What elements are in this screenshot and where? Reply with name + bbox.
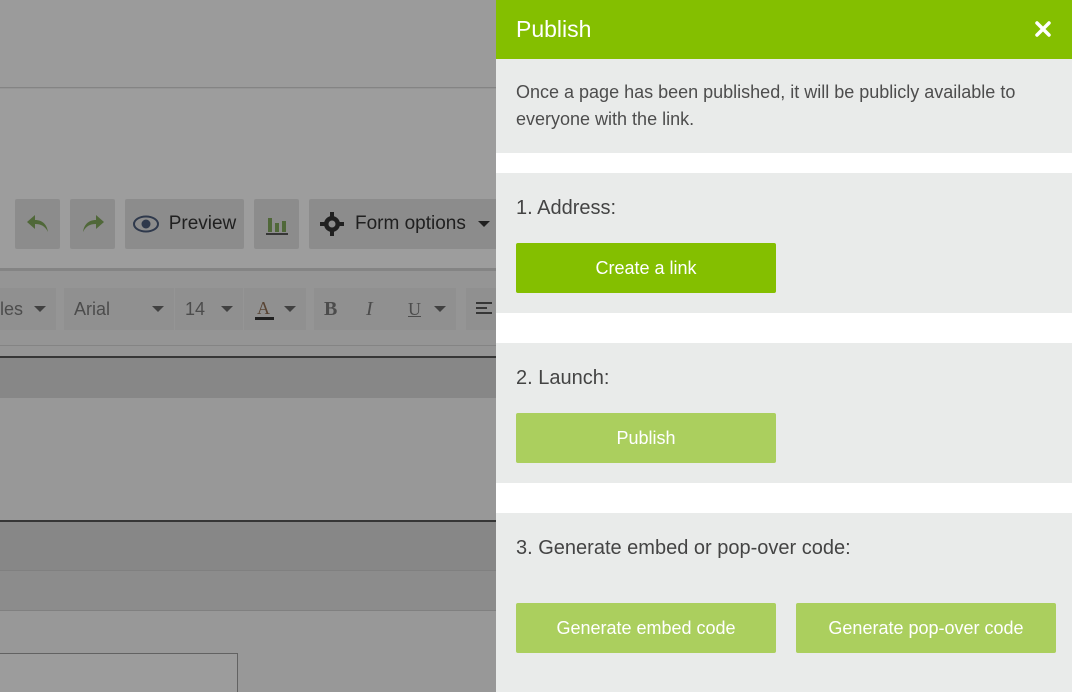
intro-text: Once a page has been published, it will … (496, 59, 1072, 153)
generate-embed-code-button[interactable]: Generate embed code (516, 603, 776, 653)
section-title: 2. Launch: (516, 367, 610, 389)
address-section: 1. Address: Create a link (496, 173, 1072, 313)
publish-panel: Publish Once a page has been published, … (496, 0, 1072, 692)
embed-section: 3. Generate embed or pop-over code: Gene… (496, 513, 1072, 692)
close-button[interactable] (1032, 18, 1054, 40)
section-title: 3. Generate embed or pop-over code: (516, 537, 851, 559)
create-link-button[interactable]: Create a link (516, 243, 776, 293)
panel-header: Publish (496, 0, 1072, 59)
launch-section: 2. Launch: Publish (496, 343, 1072, 483)
section-title: 1. Address: (516, 197, 617, 219)
generate-popover-code-button[interactable]: Generate pop-over code (796, 603, 1056, 653)
publish-button[interactable]: Publish (516, 413, 776, 463)
panel-title: Publish (516, 16, 592, 42)
close-icon (1035, 21, 1051, 37)
